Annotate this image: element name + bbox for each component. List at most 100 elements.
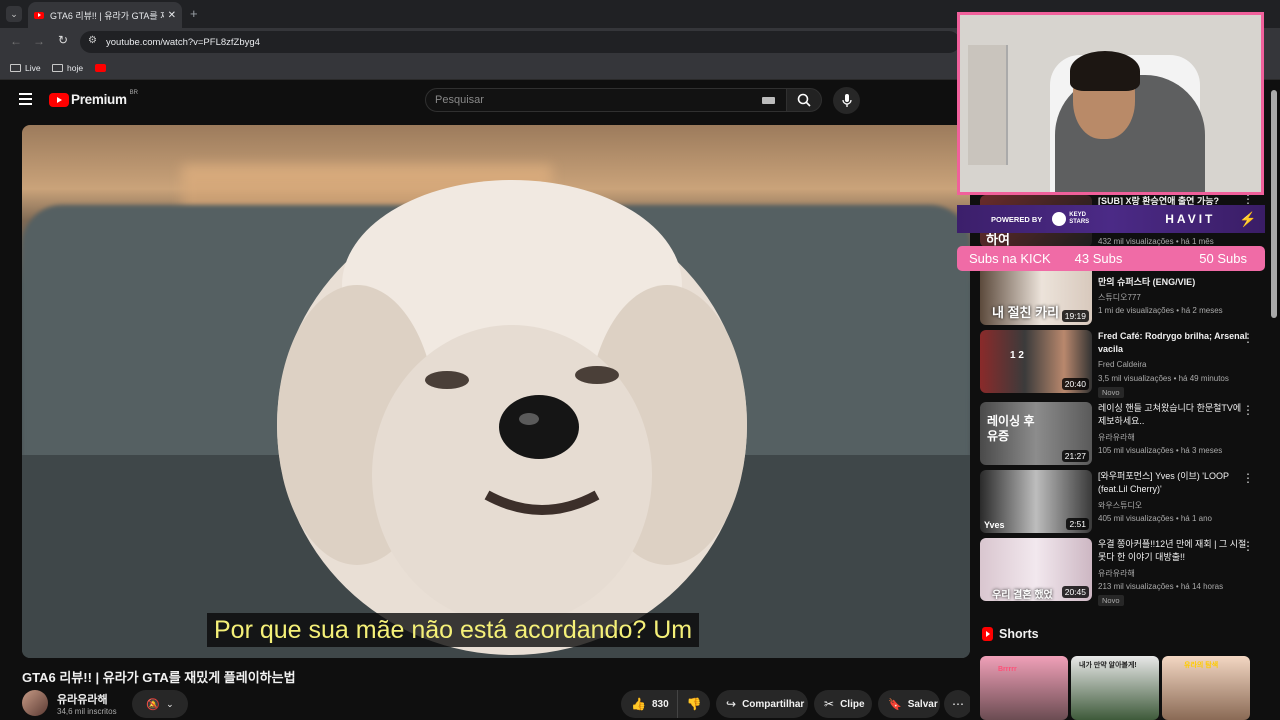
youtube-favicon-icon xyxy=(34,11,44,19)
thumbs-down-icon: 👎 xyxy=(686,697,702,711)
video-card-title[interactable]: [와우퍼포먼스] Yves (이브) 'LOOP (feat.Lil Cherr… xyxy=(1098,470,1248,496)
search-button[interactable] xyxy=(786,88,822,112)
more-actions-button[interactable]: ⋯ xyxy=(944,690,972,718)
video-card-meta: 405 mil visualizações • há 1 ano xyxy=(1098,514,1212,523)
video-card-channel[interactable]: 스튜디오777 xyxy=(1098,292,1141,303)
keyboard-icon[interactable] xyxy=(762,97,775,104)
url-text: youtube.com/watch?v=PFL8zfZbyg4 xyxy=(106,36,260,48)
youtube-header: Premium BR Pesquisar xyxy=(0,80,960,120)
shorts-title: Shorts xyxy=(999,627,1039,641)
dog-image xyxy=(277,180,747,655)
video-thumbnail[interactable]: Yves 2:51 xyxy=(980,470,1092,533)
sponsor-mark-icon: ⚡ xyxy=(1239,210,1257,227)
more-horizontal-icon: ⋯ xyxy=(952,697,964,711)
subs-goal-label: Subs na KICK xyxy=(969,251,1051,266)
short-thumbnail[interactable]: Brrrrr xyxy=(980,656,1068,720)
like-button[interactable]: 👍 830 xyxy=(621,690,677,718)
tab-close-icon[interactable]: ✕ xyxy=(168,10,176,21)
streamer-webcam-overlay xyxy=(957,12,1264,195)
share-icon: ↪ xyxy=(726,697,737,711)
video-duration: 21:27 xyxy=(1061,450,1089,462)
video-thumbnail[interactable]: 1 2 20:40 xyxy=(980,330,1092,393)
video-card-channel[interactable]: Fred Caldeira xyxy=(1098,360,1146,369)
tab-search-button[interactable]: ⌄ xyxy=(6,6,22,22)
recommendation-card[interactable]: 1 2 20:40 Fred Café: Rodrygo brilha; Ars… xyxy=(980,330,1275,398)
clip-button[interactable]: ✂ Clipe xyxy=(814,690,872,718)
scissors-icon: ✂ xyxy=(824,697,835,711)
video-card-meta: 3,5 mil visualizações • há 49 minutos xyxy=(1098,374,1229,383)
share-button[interactable]: ↪ Compartilhar xyxy=(716,690,808,718)
more-vertical-icon[interactable]: ⋮ xyxy=(1242,472,1254,484)
back-icon[interactable]: ← xyxy=(10,34,22,48)
webcam-shelf xyxy=(968,45,1008,165)
bookmark-label: hoje xyxy=(67,63,84,73)
forward-icon[interactable]: → xyxy=(33,34,45,48)
more-vertical-icon[interactable]: ⋮ xyxy=(1242,404,1254,416)
more-vertical-icon[interactable]: ⋮ xyxy=(1242,193,1254,205)
video-thumbnail[interactable]: 내 절친 카리 19:19 xyxy=(980,262,1092,325)
sponsor-banner: POWERED BY KEYD STARS HAVIT ⚡ xyxy=(957,205,1265,233)
browser-tab[interactable]: GTA6 리뷰!! | 유라가 GTA를 재밌 ✕ xyxy=(28,2,182,28)
search-icon xyxy=(797,93,811,107)
webcam-hair xyxy=(1070,51,1140,91)
shorts-icon xyxy=(982,627,993,641)
video-card-title[interactable]: 우결 쫑아커플!!12년 만에 재회 | 그 시절 못다 한 이야기 대방출!! xyxy=(1098,538,1248,564)
save-button[interactable]: 🔖 Salvar xyxy=(878,690,940,718)
more-vertical-icon[interactable]: ⋮ xyxy=(1242,332,1254,344)
thumbnail-text: 우리 결혼 했었 xyxy=(992,590,1053,601)
voice-search-button[interactable] xyxy=(833,87,860,114)
subs-current: 43 Subs xyxy=(1074,251,1123,266)
new-tab-button[interactable]: + xyxy=(190,6,198,21)
site-info-icon[interactable]: ⚙ xyxy=(88,35,97,46)
search-input[interactable]: Pesquisar xyxy=(425,88,787,112)
share-label: Compartilhar xyxy=(742,698,805,710)
short-thumbnail[interactable]: 내가 만약 알아볼게! xyxy=(1071,656,1159,720)
thumbnail-text: Yves xyxy=(984,520,1005,530)
region-badge: BR xyxy=(129,89,139,96)
bookmark-live[interactable]: Live xyxy=(10,61,41,75)
video-card-meta: 105 mil visualizações • há 3 meses xyxy=(1098,446,1223,455)
menu-icon[interactable] xyxy=(19,93,32,105)
search-placeholder: Pesquisar xyxy=(435,94,484,106)
scrollbar[interactable] xyxy=(1271,90,1277,318)
video-duration: 2:51 xyxy=(1066,518,1089,530)
video-card-channel[interactable]: 유라유라해 xyxy=(1098,432,1135,443)
havit-logo: HAVIT xyxy=(1165,212,1216,226)
video-thumbnail[interactable]: 레이싱 후유증 21:27 xyxy=(980,402,1092,465)
thumbs-up-icon: 👍 xyxy=(631,697,646,711)
reload-icon[interactable]: ↻ xyxy=(58,33,68,47)
video-card-channel[interactable]: 와우스튜디오 xyxy=(1098,500,1142,511)
like-count: 830 xyxy=(651,698,669,710)
keyd-stars-icon xyxy=(1052,212,1067,226)
video-player[interactable] xyxy=(22,125,970,658)
video-thumbnail[interactable]: 우리 결혼 했었 20:45 xyxy=(980,538,1092,601)
video-card-title[interactable]: Fred Café: Rodrygo brilha; Arsenal vacil… xyxy=(1098,330,1248,356)
bookmark-youtube[interactable] xyxy=(95,61,106,75)
video-card-title[interactable]: 만의 슈퍼스타 (ENG/VIE) xyxy=(1098,276,1248,289)
tab-title: GTA6 리뷰!! | 유라가 GTA를 재밌 xyxy=(50,10,164,21)
short-thumbnail[interactable]: 유라의 탐색 xyxy=(1162,656,1250,720)
recommendation-card[interactable]: 우리 결혼 했었 20:45 우결 쫑아커플!!12년 만에 재회 | 그 시절… xyxy=(980,538,1275,606)
video-duration: 20:45 xyxy=(1061,586,1089,598)
shorts-heading: Shorts xyxy=(982,627,1039,641)
more-vertical-icon[interactable]: ⋮ xyxy=(1242,540,1254,552)
youtube-logo[interactable]: Premium BR xyxy=(49,89,139,107)
folder-icon xyxy=(10,64,21,72)
keyd-stars-logo: KEYD STARS xyxy=(1052,212,1097,226)
youtube-favicon-icon xyxy=(95,64,106,72)
video-caption: Por que sua mãe não está acordando? Um xyxy=(207,613,700,647)
channel-name[interactable]: 유라유라해 xyxy=(57,691,108,707)
logo-text: Premium xyxy=(71,92,127,107)
video-card-meta: 213 mil visualizações • há 14 horas xyxy=(1098,582,1224,591)
youtube-play-icon xyxy=(49,92,69,107)
channel-avatar[interactable] xyxy=(22,690,48,716)
recommendation-card[interactable]: 내 절친 카리 19:19 만의 슈퍼스타 (ENG/VIE) 스튜디오777 … xyxy=(980,262,1275,328)
video-card-title[interactable]: 레이싱 핸들 고쳐왔습니다 한문철TV에 제보하세요.. xyxy=(1098,402,1248,428)
address-bar[interactable]: ⚙ youtube.com/watch?v=PFL8zfZbyg4 xyxy=(80,31,960,53)
video-card-channel[interactable]: 유라유라해 xyxy=(1098,568,1135,579)
dislike-button[interactable]: 👎 xyxy=(677,690,710,718)
bookmark-hoje[interactable]: hoje xyxy=(52,61,83,75)
recommendation-card[interactable]: Yves 2:51 [와우퍼포먼스] Yves (이브) 'LOOP (feat… xyxy=(980,470,1275,536)
subscribed-button[interactable]: 🔕 ⌄ xyxy=(132,690,188,718)
recommendation-card[interactable]: 레이싱 후유증 21:27 레이싱 핸들 고쳐왔습니다 한문철TV에 제보하세요… xyxy=(980,402,1275,468)
